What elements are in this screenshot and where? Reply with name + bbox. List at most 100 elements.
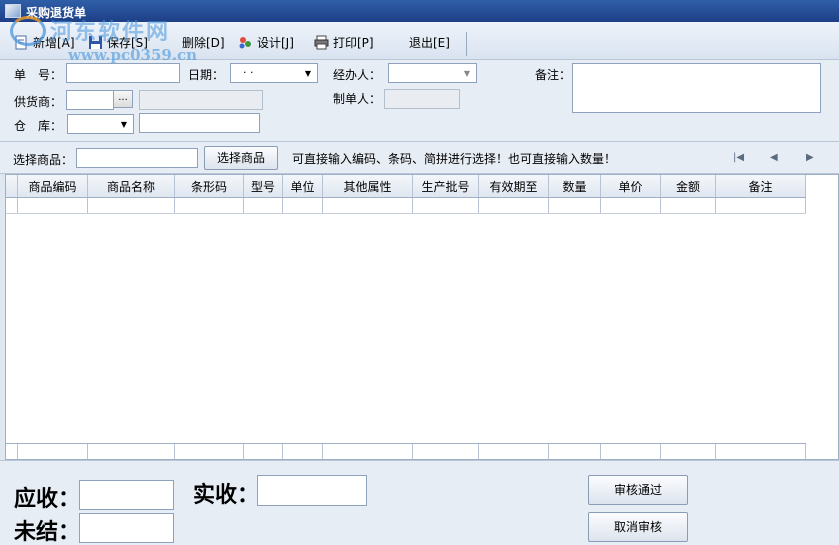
first-page-icon[interactable]: |◀: [733, 152, 744, 163]
new-icon: [14, 35, 29, 50]
save-icon: [88, 35, 103, 50]
design-label: 设计[J]: [257, 35, 294, 50]
remark-label: 备注：: [535, 68, 572, 82]
col-header[interactable]: 单价: [601, 175, 661, 197]
summary-cell: [283, 444, 323, 459]
table-cell[interactable]: [283, 198, 323, 213]
table-cell[interactable]: [323, 198, 413, 213]
chevron-down-icon[interactable]: ▼: [460, 66, 474, 80]
cancel-approve-button[interactable]: 取消审核: [588, 512, 688, 542]
unsettled-label: 未结：: [14, 519, 81, 545]
design-button[interactable]: 设计[J]: [238, 33, 294, 51]
col-header[interactable]: 有效期至: [479, 175, 549, 197]
select-product-button[interactable]: 选择商品: [204, 146, 278, 170]
col-header[interactable]: 单位: [283, 175, 323, 197]
row-indicator-header: [6, 175, 18, 197]
row-indicator: [6, 198, 18, 213]
supplier-label: 供货商：: [14, 95, 63, 109]
totals-panel: 应收： 实收： 未结： 审核通过 取消审核: [0, 460, 839, 545]
table-cell[interactable]: [661, 198, 716, 213]
table-cell[interactable]: [413, 198, 479, 213]
approve-button[interactable]: 审核通过: [588, 475, 688, 505]
col-header[interactable]: 数量: [549, 175, 601, 197]
received-label: 实收：: [193, 482, 260, 508]
summary-cell: [18, 444, 88, 459]
grid-summary-row: [6, 443, 806, 459]
prev-page-icon[interactable]: ◀: [770, 152, 778, 163]
table-cell[interactable]: [479, 198, 549, 213]
select-product-label: 选择商品：: [13, 153, 74, 167]
header-form: 单 号： 日期： · · ▼ 经办人： ▼ 备注： 供货商： ... 制单人： …: [0, 60, 839, 142]
date-label: 日期：: [188, 68, 225, 82]
toolbar-separator: [466, 32, 467, 56]
summary-cell: [244, 444, 283, 459]
delete-label: 删除[D]: [182, 35, 225, 50]
items-grid[interactable]: 商品编码 商品名称 条形码 型号 单位 其他属性 生产批号 有效期至 数量 单价…: [5, 174, 839, 460]
summary-cell: [6, 444, 18, 459]
summary-cell: [413, 444, 479, 459]
table-cell[interactable]: [716, 198, 806, 213]
col-header[interactable]: 金额: [661, 175, 716, 197]
handler-select[interactable]: ▼: [388, 63, 477, 83]
chevron-down-icon[interactable]: ▼: [117, 117, 131, 131]
col-header[interactable]: 备注: [716, 175, 806, 197]
app-icon: [5, 4, 21, 18]
handler-label: 经办人：: [333, 68, 382, 82]
col-header[interactable]: 商品名称: [88, 175, 175, 197]
summary-cell: [479, 444, 549, 459]
chevron-down-icon[interactable]: ▼: [301, 66, 315, 80]
summary-cell: [661, 444, 716, 459]
table-cell[interactable]: [88, 198, 175, 213]
supplier-browse-button[interactable]: ...: [113, 90, 133, 108]
receivable-label: 应收：: [14, 486, 81, 512]
table-cell[interactable]: [18, 198, 88, 213]
warehouse-name-input[interactable]: [139, 113, 260, 133]
select-hint: 可直接输入编码、条码、简拼进行选择！也可直接输入数量！: [292, 152, 617, 166]
col-header[interactable]: 商品编码: [18, 175, 88, 197]
table-cell[interactable]: [175, 198, 244, 213]
order-no-input[interactable]: [66, 63, 180, 83]
col-header[interactable]: 其他属性: [323, 175, 413, 197]
title-bar: 采购退货单: [0, 0, 839, 22]
creator-field: [384, 89, 460, 109]
supplier-code-input[interactable]: [66, 90, 114, 110]
receivable-input[interactable]: [79, 480, 174, 510]
warehouse-select[interactable]: ▼: [67, 114, 134, 134]
select-product-bar: 选择商品： 选择商品 可直接输入编码、条码、简拼进行选择！也可直接输入数量！ |…: [0, 142, 839, 174]
table-row[interactable]: [6, 198, 806, 214]
save-label: 保存[S]: [107, 35, 148, 50]
supplier-name-field: [139, 90, 263, 110]
table-cell[interactable]: [601, 198, 661, 213]
summary-cell: [175, 444, 244, 459]
summary-cell: [601, 444, 661, 459]
new-button[interactable]: 新增[A]: [14, 33, 75, 51]
delete-button[interactable]: 删除[D]: [182, 33, 225, 51]
save-button[interactable]: 保存[S]: [88, 33, 148, 51]
summary-cell: [88, 444, 175, 459]
col-header[interactable]: 型号: [244, 175, 283, 197]
creator-label: 制单人：: [333, 92, 382, 106]
col-header[interactable]: 生产批号: [413, 175, 479, 197]
table-cell[interactable]: [549, 198, 601, 213]
order-no-label: 单 号：: [14, 68, 63, 82]
new-label: 新增[A]: [33, 35, 75, 50]
printer-icon: [314, 35, 329, 50]
toolbar: 新增[A] 保存[S] 删除[D] 设计[J] 打印[P] 退出[E]: [0, 22, 839, 60]
unsettled-input[interactable]: [79, 513, 174, 543]
col-header[interactable]: 条形码: [175, 175, 244, 197]
summary-cell: [549, 444, 601, 459]
date-picker[interactable]: · · ▼: [230, 63, 318, 83]
remark-textarea[interactable]: [572, 63, 821, 113]
warehouse-label: 仓 库：: [14, 119, 63, 133]
select-product-input[interactable]: [76, 148, 198, 168]
table-cell[interactable]: [244, 198, 283, 213]
next-page-icon[interactable]: ▶: [806, 152, 814, 163]
received-input[interactable]: [257, 475, 367, 506]
print-label: 打印[P]: [333, 35, 374, 50]
design-icon: [238, 35, 253, 50]
summary-cell: [323, 444, 413, 459]
print-button[interactable]: 打印[P]: [314, 33, 374, 51]
window-title: 采购退货单: [26, 6, 87, 20]
summary-cell: [716, 444, 806, 459]
exit-button[interactable]: 退出[E]: [409, 33, 450, 51]
